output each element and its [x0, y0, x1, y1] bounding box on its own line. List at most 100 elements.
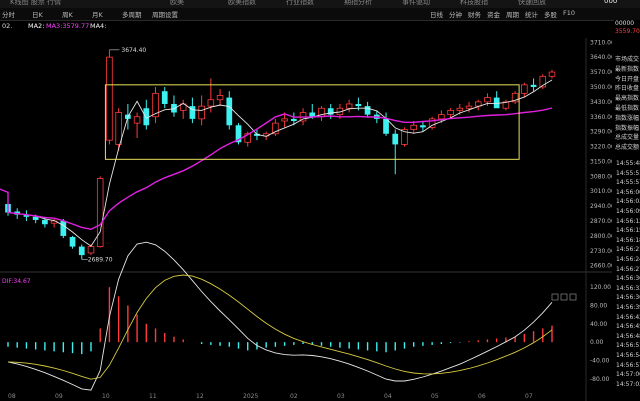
ma-short-line: [7, 79, 553, 247]
toolbar-item[interactable]: 日线: [430, 9, 443, 19]
candle-body: [355, 103, 362, 107]
price-tick: 3220.00: [590, 144, 612, 151]
tick-time-column: 14:55:48 14:55:51 14:55:5714:56:00 14:56:03…: [612, 160, 640, 401]
quote-label: 最新指数: [615, 65, 640, 73]
macd-tick: 40.00: [590, 321, 607, 328]
tick-time: 14:56:45: [616, 323, 640, 331]
price-tick: 3150.00: [590, 158, 612, 165]
tick-time: 14:57:03: [616, 380, 640, 388]
macd-tick: -40.00: [590, 358, 610, 365]
candle-body: [447, 109, 454, 116]
high-label: 3674.40: [121, 47, 146, 54]
code-label: 00000: [615, 20, 635, 27]
toolbar-item[interactable]: 财务: [468, 9, 481, 19]
period-tab[interactable]: 月K: [92, 9, 103, 19]
macd-tick: -80.00: [590, 376, 610, 383]
candle-body: [383, 118, 389, 134]
candle-body: [281, 118, 288, 122]
top-menu-item: 科技股指: [460, 0, 488, 6]
candle-body: [198, 105, 205, 120]
candle-body: [438, 114, 445, 120]
price-tick: 3360.00: [590, 114, 612, 121]
date-label: 09: [55, 393, 63, 400]
quote-label: 市场成交: [615, 56, 640, 63]
tick-time: 14:57:00: [616, 371, 640, 379]
top-menu-item: 事件驱动: [402, 0, 430, 6]
price-tick: 2660.00: [590, 263, 612, 270]
toolbar-item[interactable]: 资金: [487, 9, 500, 19]
top-menu-item: 快速回放: [518, 0, 546, 6]
top-menu-item: 期指分析: [344, 0, 372, 6]
date-label: 03: [337, 393, 345, 400]
period-tab[interactable]: 周期设置: [152, 9, 178, 19]
candle-body: [410, 124, 417, 130]
candle-body: [161, 91, 168, 104]
tick-time: 14:56:39: [616, 304, 640, 311]
price-tick: 2870.00: [590, 218, 612, 225]
date-label: 02: [290, 393, 298, 400]
date-label: 07: [525, 393, 533, 400]
price-tick: 3640.00: [590, 54, 612, 61]
candle-body: [69, 237, 76, 247]
price-tick: 3080.00: [590, 173, 612, 180]
kline-chart[interactable]: 02. MA2:MA3:3579.77MA4: 3710.00 3640.00 3570…: [0, 20, 612, 401]
dea-line: [7, 274, 553, 380]
top-menu-item: 欧美: [170, 0, 184, 6]
price-tick: 3010.00: [590, 188, 612, 195]
candle-body: [290, 118, 297, 122]
date-label: 11: [149, 393, 157, 400]
tick-time: 14:56:36: [616, 294, 640, 302]
tick-time: 14:56:42: [616, 313, 640, 321]
date-label: 10: [102, 393, 110, 400]
period-tab[interactable]: 多周期: [122, 9, 142, 19]
candle-body: [420, 125, 426, 128]
date-label: 2025: [243, 393, 258, 400]
app-title: K线图 股票 行情: [10, 0, 62, 6]
last-price: 3559.70: [615, 28, 640, 35]
toolbar-item[interactable]: 周期: [506, 9, 519, 19]
top-menu-item: 行业指数: [286, 0, 314, 6]
toolbar-item[interactable]: F10: [563, 9, 575, 17]
tick-time: 14:56:18: [616, 236, 640, 244]
macd-tick: 80.00: [590, 303, 607, 310]
price-tick: 2800.00: [590, 233, 612, 240]
toolbar-item[interactable]: 多股: [544, 9, 557, 19]
date-label: 12: [196, 393, 204, 400]
price-tick: 3430.00: [590, 99, 612, 106]
tick-time: 14:55:57: [616, 179, 640, 187]
gear-icon[interactable]: [551, 293, 559, 301]
toolbar-item[interactable]: 分钟: [449, 9, 462, 19]
macd-tick: 0.00: [590, 339, 604, 346]
date-label: 08: [8, 393, 16, 400]
candle-body: [465, 105, 473, 109]
toolbar-item[interactable]: 统计: [525, 9, 538, 19]
macd-tick: 120.00: [590, 284, 611, 291]
price-tick: 2730.00: [590, 248, 612, 255]
close-icon[interactable]: [569, 293, 577, 301]
candle-body: [392, 133, 399, 145]
price-tick: 3570.00: [590, 69, 612, 76]
tick-time: 14:56:09: [616, 208, 640, 215]
price-tick: 3500.00: [590, 84, 612, 91]
period-tab[interactable]: 日K: [32, 9, 43, 19]
period-tab[interactable]: 周K: [62, 9, 73, 19]
quote-label: 最低指数: [615, 105, 640, 112]
candle-body: [60, 221, 67, 236]
candle-body: [106, 56, 113, 141]
candle-body: [364, 106, 371, 115]
quote-label: 最高指数: [615, 95, 640, 103]
tick-time: 14:56:24: [616, 256, 640, 263]
candle-body: [521, 84, 528, 94]
macd-label: DIF:34.67: [2, 278, 31, 285]
period-tab[interactable]: 分时: [2, 9, 15, 19]
tick-time: 14:56:30: [616, 275, 640, 283]
quote-label: 指数振幅: [615, 124, 640, 132]
candle-body: [133, 116, 141, 124]
stock-code: 000: [604, 0, 618, 5]
ma-label: MA3:3579.77: [46, 22, 89, 30]
candle-body: [207, 99, 215, 107]
candle-body: [42, 219, 48, 225]
square-icon[interactable]: [560, 293, 568, 301]
date-label: 04: [384, 393, 392, 400]
tick-time: 14:56:51: [616, 342, 640, 350]
